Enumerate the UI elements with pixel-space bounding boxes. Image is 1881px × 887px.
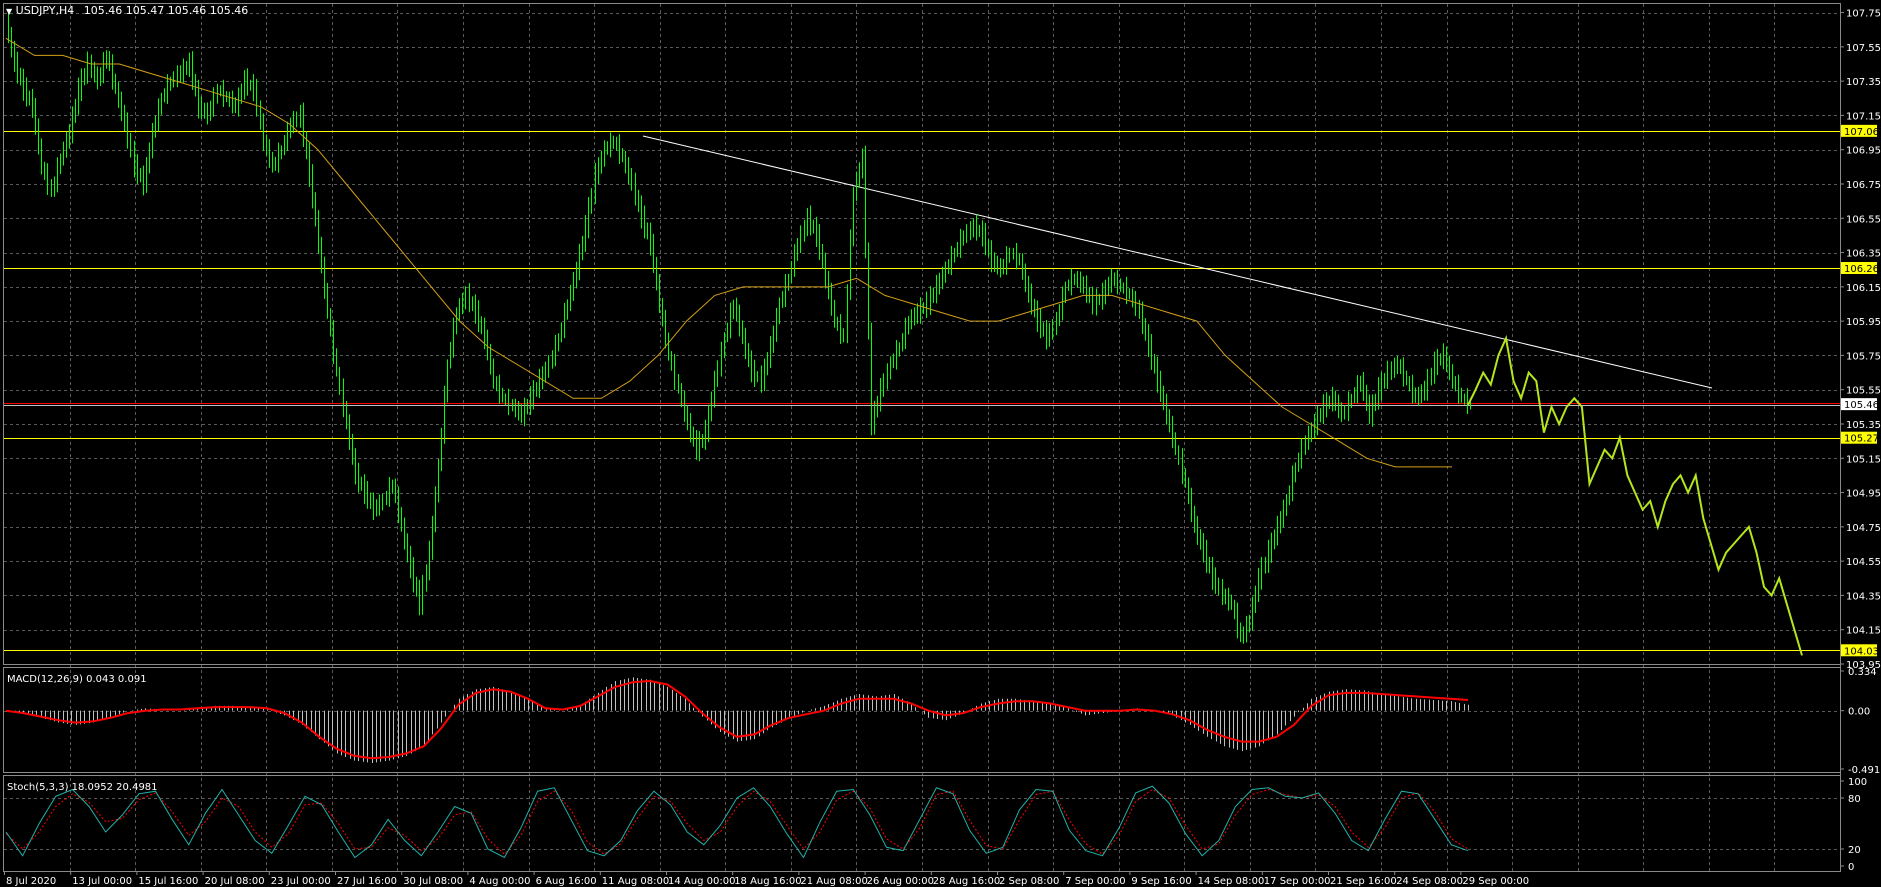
price-tick-label: 104.35 [1846, 591, 1881, 602]
time-tick-label: 9 Sep 16:00 [1131, 876, 1191, 887]
price-tick-label: 104.55 [1846, 557, 1881, 568]
price-tick-label: 106.35 [1846, 249, 1881, 260]
time-tick-label: 4 Aug 00:00 [469, 876, 530, 887]
price-tick-label: 104.15 [1846, 626, 1881, 637]
price-tick-label: 105.75 [1846, 351, 1881, 362]
stochastic-title: Stoch(5,3,3) 18.0952 20.4981 [7, 782, 158, 793]
price-tick-label: 105.15 [1846, 454, 1881, 465]
level-price-label: 105.27 [1844, 434, 1879, 445]
time-tick-label: 14 Aug 00:00 [668, 876, 735, 887]
price-tick-label: 106.15 [1846, 283, 1881, 294]
time-tick-label: 15 Jul 16:00 [138, 876, 198, 887]
symbol-label: USDJPY,H4 [15, 4, 75, 17]
price-tick-label: 104.95 [1846, 489, 1881, 500]
time-tick-label: 18 Aug 16:00 [734, 876, 801, 887]
ohlc-values: 105.46 105.47 105.46 105.46 [83, 4, 249, 17]
level-price-label: 107.06 [1844, 127, 1879, 138]
price-tick-label: 106.75 [1846, 180, 1881, 191]
time-tick-label: 11 Aug 08:00 [602, 876, 669, 887]
macd-tick-label: 0.334 [1848, 667, 1877, 678]
price-tick-label: 107.75 [1846, 9, 1881, 20]
stochastic-tick-label: 100 [1848, 777, 1867, 788]
time-tick-label: 2 Sep 08:00 [999, 876, 1059, 887]
macd-title: MACD(12,26,9) 0.043 0.091 [7, 674, 147, 685]
price-tick-label: 107.15 [1846, 111, 1881, 122]
chart-header: ▼ USDJPY,H4 105.46 105.47 105.46 105.46 [6, 4, 248, 17]
time-tick-label: 21 Aug 08:00 [800, 876, 867, 887]
stochastic-tick-label: 80 [1848, 794, 1861, 805]
stochastic-tick-label: 20 [1848, 845, 1861, 856]
time-tick-label: 17 Sep 00:00 [1264, 876, 1331, 887]
stochastic-tick-label: 0 [1848, 862, 1854, 873]
trading-chart[interactable]: 107.75 107.55 107.35 107.15 106.95 106.75 106.… [0, 0, 1881, 887]
time-tick-label: 26 Aug 00:00 [867, 876, 934, 887]
price-tick-label: 104.75 [1846, 523, 1881, 534]
time-tick-label: 13 Jul 00:00 [72, 876, 132, 887]
time-tick-label: 14 Sep 08:00 [1198, 876, 1265, 887]
macd-tick-label: -0.491 [1848, 765, 1880, 776]
time-tick-label: 28 Aug 16:00 [933, 876, 1000, 887]
time-tick-label: 23 Jul 00:00 [271, 876, 331, 887]
macd-tick-label: 0.00 [1848, 707, 1870, 718]
level-price-label: 106.26 [1844, 264, 1879, 275]
time-tick-label: 27 Jul 16:00 [337, 876, 397, 887]
time-tick-label: 20 Jul 08:00 [205, 876, 265, 887]
price-tick-label: 106.55 [1846, 214, 1881, 225]
time-tick-label: 7 Sep 00:00 [1065, 876, 1125, 887]
price-tick-label: 107.35 [1846, 77, 1881, 88]
current-price-label: 105.46 [1844, 400, 1879, 411]
price-tick-label: 105.55 [1846, 386, 1881, 397]
triangle-down-icon[interactable]: ▼ [6, 7, 12, 16]
time-tick-label: 30 Jul 08:00 [403, 876, 463, 887]
price-tick-label: 105.35 [1846, 420, 1881, 431]
time-tick-label: 24 Sep 08:00 [1396, 876, 1463, 887]
time-tick-label: 8 Jul 2020 [6, 876, 56, 887]
time-tick-label: 6 Aug 16:00 [536, 876, 597, 887]
chart-background [0, 0, 1881, 887]
time-tick-label: 29 Sep 00:00 [1462, 876, 1529, 887]
time-tick-label: 21 Sep 16:00 [1330, 876, 1397, 887]
price-tick-label: 107.55 [1846, 43, 1881, 54]
level-price-label: 104.03 [1844, 646, 1879, 657]
price-tick-label: 105.95 [1846, 317, 1881, 328]
price-tick-label: 106.95 [1846, 146, 1881, 157]
